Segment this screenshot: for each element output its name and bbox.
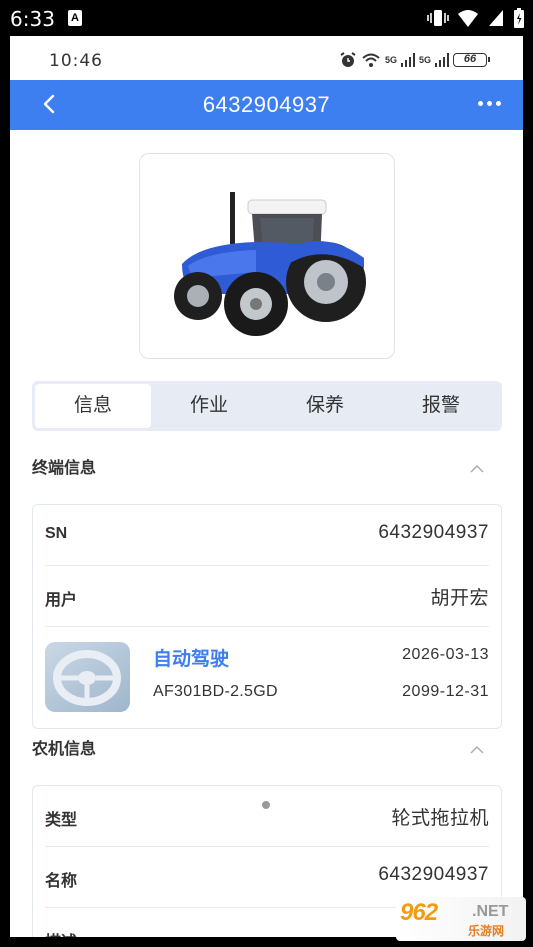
name-label: 名称 [45,873,78,890]
device-end-date: 2099-12-31 [402,683,489,700]
battery-charging-icon [514,8,524,28]
detail-content: 信息 作业 保养 报警 终端信息 SN 6432904937 用户 胡开宏 自动… [10,130,523,937]
sn-value: 6432904937 [378,522,489,543]
name-value: 6432904937 [378,864,489,885]
device-start-date: 2026-03-13 [402,646,489,663]
os-clock: 6:33 [10,7,55,31]
tab-work[interactable]: 作业 [151,384,267,428]
cell-signal-icon [489,10,503,26]
terminal-section-title: 终端信息 [32,460,97,477]
description-label: 描述 [45,928,77,937]
wifi-icon [362,53,380,67]
sn-label: SN [45,525,68,542]
watermark-suffix: .NET [472,903,509,920]
info-row-type: 类型 轮式拖拉机 [45,786,489,847]
vibrate-icon [427,10,449,26]
watermark-number: 962 [400,899,438,926]
battery-icon: 66 [453,53,490,67]
device-name[interactable]: 自动驾驶 [153,644,229,671]
chevron-up-icon[interactable] [470,464,484,474]
site-watermark-logo: 962 .NET 乐游网 [396,897,526,941]
os-status-bar: 6:33 A [0,0,533,36]
detail-tabs: 信息 作业 保养 报警 [32,381,502,431]
user-label: 用户 [45,592,78,609]
signal-5g-label-2: 5G [418,55,431,65]
device-item[interactable]: 自动驾驶 AF301BD-2.5GD 2026-03-13 2099-12-31 [45,627,489,727]
user-value: 胡开宏 [430,588,489,609]
steering-wheel-image [45,642,130,712]
phone-status-icons: 5G 5G 66 [339,52,490,68]
info-row-user: 用户 胡开宏 [45,566,489,627]
machine-photo [139,153,395,359]
page-title: 6432904937 [202,92,331,117]
tab-maintenance[interactable]: 保养 [267,384,383,428]
chevron-up-icon[interactable] [470,745,484,755]
device-model: AF301BD-2.5GD [153,683,278,700]
info-row-sn: SN 6432904937 [45,505,489,566]
tab-alarm[interactable]: 报警 [383,384,499,428]
watermark-site: 乐游网 [468,924,505,938]
phone-clock: 10:46 [49,51,103,71]
type-label: 类型 [45,812,78,829]
alarm-icon [340,52,356,67]
phone-status-bar: 10:46 5G 5G 66 [10,36,523,80]
phone-screen: 10:46 5G 5G 66 6432904937 信息 作业 保养 报警 终端… [10,36,523,937]
terminal-info-card: SN 6432904937 用户 胡开宏 自动驾驶 AF301BD-2.5GD … [32,504,502,729]
signal-bars-icon-2 [435,53,449,67]
machine-section-title: 农机信息 [32,741,97,758]
app-header: 6432904937 [10,80,523,130]
os-status-icons [427,6,525,30]
wifi-icon [458,10,478,27]
type-value: 轮式拖拉机 [391,808,489,829]
machine-section-header[interactable]: 农机信息 [32,735,502,765]
signal-5g-label: 5G [384,55,397,65]
signal-bars-icon [400,53,415,67]
scroll-indicator [262,801,270,809]
notification-icon: A [68,10,82,26]
terminal-section-header[interactable]: 终端信息 [32,454,502,484]
tab-info[interactable]: 信息 [35,384,151,428]
tractor-image [174,192,366,336]
more-menu-icon[interactable] [478,101,501,106]
